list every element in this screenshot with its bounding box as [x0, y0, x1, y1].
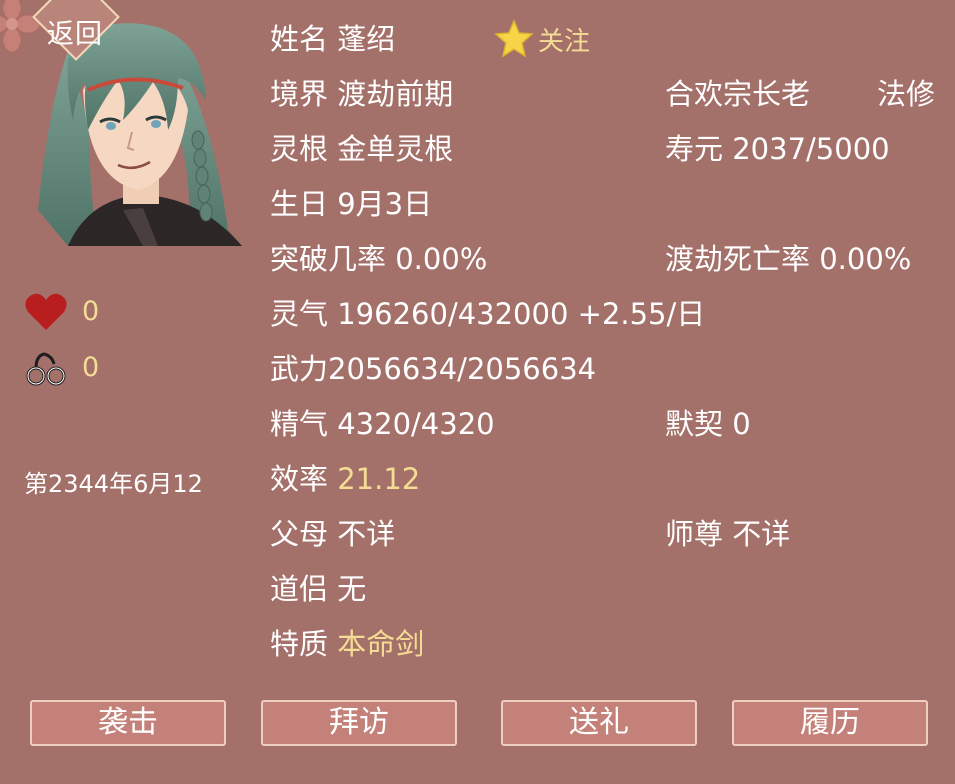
- history-button[interactable]: 履历: [732, 700, 928, 746]
- tribulation-label: 渡劫死亡率: [665, 242, 811, 276]
- root-label: 灵根: [270, 132, 329, 166]
- pact-label: 默契: [665, 407, 724, 441]
- root-row: 灵根 金单灵根: [270, 132, 453, 166]
- master-label: 师尊: [665, 517, 724, 551]
- follow-button[interactable]: 关注: [494, 18, 590, 60]
- back-button-label: 返回: [47, 19, 103, 50]
- pact-value: 0: [732, 407, 751, 441]
- attack-button[interactable]: 袭击: [30, 700, 226, 746]
- realm-row: 境界 渡劫前期: [270, 77, 453, 111]
- qi-label: 灵气: [270, 297, 329, 331]
- tribulation-value: 0.00%: [819, 242, 912, 276]
- essence-row: 精气 4320/4320: [270, 407, 495, 441]
- breakthrough-label: 突破几率: [270, 242, 387, 276]
- efficiency-row: 效率 21.12: [270, 462, 420, 496]
- efficiency-value: 21.12: [337, 462, 421, 496]
- birthday-label: 生日: [270, 187, 329, 221]
- efficiency-label: 效率: [270, 462, 329, 496]
- breakthrough-row: 突破几率 0.00%: [270, 242, 487, 276]
- name-label: 姓名: [270, 22, 329, 56]
- parents-label: 父母: [270, 517, 329, 551]
- follow-label: 关注: [538, 26, 591, 57]
- partner-row: 道侣 无: [270, 572, 366, 606]
- handcuffs-icon: [26, 352, 66, 386]
- qi-row: 灵气 196260/432000 +2.55/日: [270, 297, 705, 331]
- game-date: 第2344年6月12: [24, 470, 203, 498]
- back-button[interactable]: 返回: [22, 0, 128, 80]
- class-value: 法修: [877, 77, 936, 111]
- birthday-value: 9月3日: [337, 187, 433, 221]
- trait-value: 本命剑: [337, 627, 425, 661]
- partner-value: 无: [337, 572, 367, 606]
- trait-label: 特质: [270, 627, 329, 661]
- force-value: 2056634/2056634: [328, 352, 597, 386]
- heart-icon: [25, 293, 67, 330]
- parents-value: 不详: [337, 517, 396, 551]
- essence-value: 4320/4320: [337, 407, 495, 441]
- tribulation-row: 渡劫死亡率 0.00%: [665, 242, 911, 276]
- realm-label: 境界: [270, 77, 329, 111]
- birthday-row: 生日 9月3日: [270, 187, 432, 221]
- breakthrough-value: 0.00%: [395, 242, 488, 276]
- force-row: 武力2056634/2056634: [270, 352, 596, 386]
- life-value: 2037/5000: [732, 132, 890, 166]
- root-value: 金单灵根: [337, 132, 454, 166]
- essence-label: 精气: [270, 407, 329, 441]
- master-value: 不详: [732, 517, 791, 551]
- visit-button[interactable]: 拜访: [261, 700, 457, 746]
- life-label: 寿元: [665, 132, 724, 166]
- realm-value: 渡劫前期: [337, 77, 454, 111]
- gift-button[interactable]: 送礼: [501, 700, 697, 746]
- favor-value: 0: [82, 296, 100, 327]
- star-icon: [494, 19, 534, 58]
- name-row: 姓名 蓬绍: [270, 22, 395, 56]
- name-value: 蓬绍: [337, 22, 396, 56]
- qi-value: 196260/432000 +2.55/日: [337, 297, 706, 331]
- sect-title: 合欢宗长老: [665, 77, 811, 111]
- partner-label: 道侣: [270, 572, 329, 606]
- force-label: 武力: [270, 352, 329, 386]
- bond-value: 0: [82, 352, 100, 383]
- pact-row: 默契 0: [665, 407, 751, 441]
- master-row: 师尊 不详: [665, 517, 790, 551]
- parents-row: 父母 不详: [270, 517, 395, 551]
- trait-row: 特质 本命剑: [270, 627, 424, 661]
- life-row: 寿元 2037/5000: [665, 132, 890, 166]
